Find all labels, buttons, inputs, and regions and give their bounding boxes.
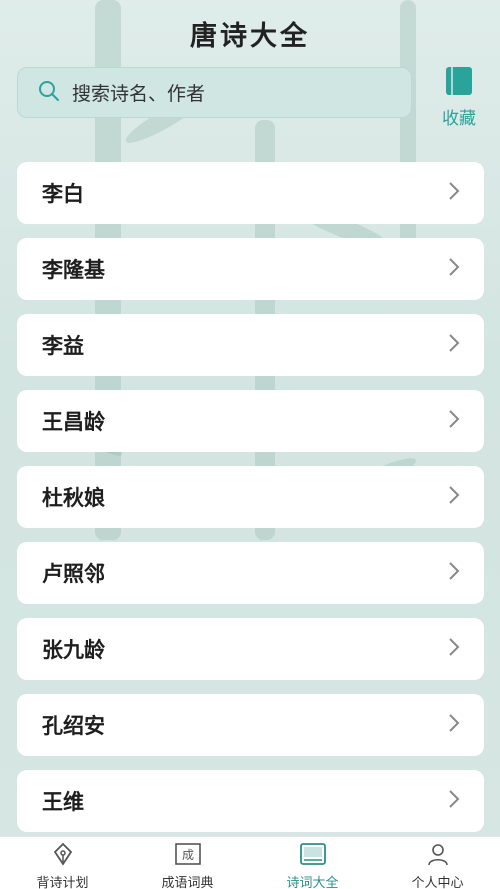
search-input[interactable]: 搜索诗名、作者	[17, 67, 412, 118]
author-item[interactable]: 张九龄	[17, 618, 484, 680]
svg-text:成: 成	[181, 848, 193, 862]
chevron-right-icon	[448, 409, 460, 433]
chevron-right-icon	[448, 333, 460, 357]
author-item[interactable]: 卢照邻	[17, 542, 484, 604]
author-item[interactable]: 李益	[17, 314, 484, 376]
user-icon	[426, 842, 450, 870]
chevron-right-icon	[448, 561, 460, 585]
chevron-right-icon	[448, 181, 460, 205]
page-title: 唐诗大全	[190, 21, 310, 52]
author-name: 王维	[42, 790, 84, 814]
author-item[interactable]: 杜秋娘	[17, 466, 484, 528]
app-header: 唐诗大全	[0, 14, 500, 53]
author-name: 李隆基	[42, 258, 105, 282]
bottom-tab-bar: 背诗计划 成 成语词典 诗词大全 个人中心	[0, 836, 500, 889]
chevron-right-icon	[448, 485, 460, 509]
tab-label: 成语词典	[161, 876, 214, 889]
author-name: 卢照邻	[42, 562, 105, 586]
chevron-right-icon	[448, 789, 460, 813]
author-item[interactable]: 李隆基	[17, 238, 484, 300]
chevron-right-icon	[448, 713, 460, 737]
book-icon	[299, 842, 326, 870]
author-name: 张九龄	[42, 638, 105, 662]
author-name: 王昌龄	[42, 410, 105, 434]
tab-personal-center[interactable]: 个人中心	[375, 837, 500, 889]
author-item[interactable]: 孔绍安	[17, 694, 484, 756]
author-item[interactable]: 王昌龄	[17, 390, 484, 452]
author-name: 李白	[42, 182, 84, 206]
chevron-right-icon	[448, 637, 460, 661]
author-item[interactable]: 李白	[17, 162, 484, 224]
author-name: 孔绍安	[42, 714, 105, 738]
favorites-label: 收藏	[442, 109, 476, 129]
tab-label: 个人中心	[411, 876, 464, 889]
author-name: 杜秋娘	[42, 486, 105, 510]
tab-poetry-collection[interactable]: 诗词大全	[250, 837, 375, 889]
dictionary-icon: 成	[174, 842, 201, 870]
author-list: 李白 李隆基 李益 王昌龄 杜秋娘 卢照邻 张九龄 孔绍安 王维	[17, 162, 484, 846]
bookmark-icon	[445, 67, 473, 100]
author-name: 李益	[42, 334, 84, 358]
tab-label: 背诗计划	[36, 876, 89, 889]
search-placeholder: 搜索诗名、作者	[72, 83, 206, 105]
favorites-button[interactable]: 收藏	[436, 66, 482, 129]
tab-label: 诗词大全	[286, 876, 339, 889]
tab-recite-plan[interactable]: 背诗计划	[0, 837, 125, 889]
author-item[interactable]: 王维	[17, 770, 484, 832]
tab-idiom-dictionary[interactable]: 成 成语词典	[125, 837, 250, 889]
pen-nib-icon	[51, 842, 75, 870]
search-icon	[38, 80, 60, 106]
chevron-right-icon	[448, 257, 460, 281]
